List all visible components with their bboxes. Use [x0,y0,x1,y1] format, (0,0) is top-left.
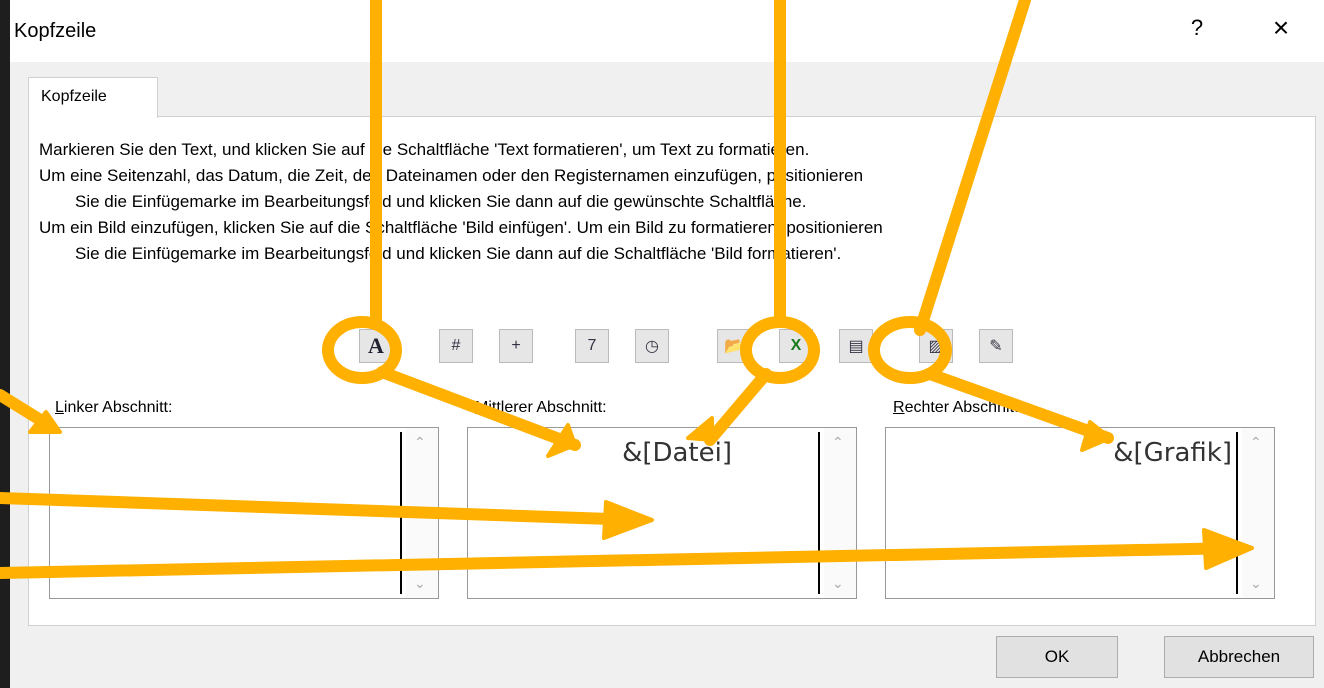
picture-icon: ▨ [928,338,944,355]
scroll-up-icon[interactable]: ⌃ [414,434,426,451]
left-section-label: Linker Abschnitt: [55,399,173,416]
paint-icon: ✎ [989,338,1003,355]
calendar-icon: 7 [587,337,597,354]
instructions: Markieren Sie den Text, und klicken Sie … [39,137,883,267]
right-section-label: Rechter Abschnitt: [893,399,1023,416]
instruction-line: Um ein Bild einzufügen, klicken Sie auf … [39,218,883,237]
insert-file-path-button[interactable]: 📂 [717,329,751,363]
clock-icon: ◷ [645,338,659,355]
scroll-up-icon[interactable]: ⌃ [1250,434,1262,451]
title-bar: Kopfzeile ? × [10,0,1324,62]
left-section-input[interactable]: ⌃ ⌄ [49,427,439,599]
excel-file-icon: X [790,337,802,354]
page-number-icon: # [451,337,461,354]
insert-picture-button[interactable]: ▨ [919,329,953,363]
text-format-icon: A [368,333,384,358]
insert-file-name-button[interactable]: X [779,329,813,363]
format-picture-button[interactable]: ✎ [979,329,1013,363]
format-text-button[interactable]: A [359,329,393,363]
dialog-title: Kopfzeile [14,20,97,42]
page-count-icon: + [511,337,521,354]
right-scrollbar[interactable]: ⌃ ⌄ [1242,428,1274,598]
right-section-text: &[Grafik] [1113,438,1232,468]
ok-button[interactable]: OK [996,636,1118,678]
help-button[interactable]: ? [1184,15,1210,41]
scroll-down-icon[interactable]: ⌄ [1250,575,1262,592]
tab-panel: Markieren Sie den Text, und klicken Sie … [28,116,1316,626]
center-section-label: Mittlerer Abschnitt: [475,399,607,416]
instruction-line: Markieren Sie den Text, und klicken Sie … [39,140,810,159]
insert-page-count-button[interactable]: + [499,329,533,363]
insert-date-button[interactable]: 7 [575,329,609,363]
cancel-button[interactable]: Abbrechen [1164,636,1314,678]
scroll-down-icon[interactable]: ⌄ [832,575,844,592]
left-scrollbar[interactable]: ⌃ ⌄ [406,428,438,598]
header-dialog: Kopfzeile ? × Kopfzeile Markieren Sie de… [10,0,1324,688]
center-section-input[interactable]: &[Datei] ⌃ ⌄ [467,427,857,599]
text-caret [400,432,402,594]
scroll-up-icon[interactable]: ⌃ [832,434,844,451]
instruction-line: Um eine Seitenzahl, das Datum, die Zeit,… [39,166,864,185]
sheet-icon: ▤ [848,338,864,355]
close-button[interactable]: × [1266,12,1296,44]
instruction-line: Sie die Einfügemarke im Bearbeitungsfeld… [75,192,807,211]
insert-time-button[interactable]: ◷ [635,329,669,363]
right-section-input[interactable]: &[Grafik] ⌃ ⌄ [885,427,1275,599]
center-section-text: &[Datei] [622,438,732,468]
instruction-line: Sie die Einfügemarke im Bearbeitungsfeld… [75,244,842,263]
folder-icon: 📂 [724,338,744,355]
text-caret [1236,432,1238,594]
text-caret [818,432,820,594]
tab-kopfzeile[interactable]: Kopfzeile [28,77,158,118]
insert-sheet-name-button[interactable]: ▤ [839,329,873,363]
tab-label: Kopfzeile [41,88,107,105]
center-scrollbar[interactable]: ⌃ ⌄ [824,428,856,598]
scroll-down-icon[interactable]: ⌄ [414,575,426,592]
insert-page-number-button[interactable]: # [439,329,473,363]
